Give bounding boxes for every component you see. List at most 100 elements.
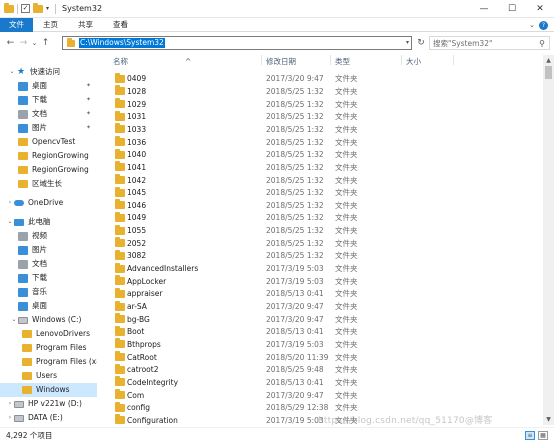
file-row[interactable]: 1033 2018/5/25 1:32 文件夹: [109, 123, 539, 136]
column-divider[interactable]: [401, 55, 402, 65]
tab-view[interactable]: 查看: [103, 18, 138, 32]
sidebar-item-documents[interactable]: 文档 ✦: [0, 107, 97, 121]
column-header-name[interactable]: 名称: [113, 55, 128, 69]
large-icons-view-button[interactable]: ▦: [538, 431, 548, 440]
scroll-up-arrow-icon[interactable]: ▲: [543, 55, 554, 66]
refresh-button[interactable]: ↻: [415, 36, 427, 50]
sidebar-item-pictures[interactable]: 图片 ✦: [0, 121, 97, 135]
sidebar-item-regiongrowing[interactable]: RegionGrowing: [0, 149, 97, 163]
sidebar-item-program-files-x86[interactable]: Program Files (x8: [0, 355, 97, 369]
expand-chevron-icon[interactable]: ›: [6, 196, 14, 210]
scrollbar-thumb[interactable]: [545, 66, 552, 79]
sidebar-item-downloads[interactable]: 下载 ✦: [0, 93, 97, 107]
file-row[interactable]: 1040 2018/5/25 1:32 文件夹: [109, 148, 539, 161]
address-path[interactable]: C:\Windows\System32: [79, 38, 165, 48]
tab-share[interactable]: 共享: [68, 18, 103, 32]
sidebar-item-windows[interactable]: Windows: [0, 383, 97, 397]
sidebar-item-pictures-pc[interactable]: 图片: [0, 243, 97, 257]
column-header-date[interactable]: 修改日期: [266, 55, 296, 69]
sidebar-item-region-growth[interactable]: 区域生长: [0, 177, 97, 191]
sidebar-item-drive-d[interactable]: › HP v221w (D:): [0, 397, 97, 411]
minimize-button[interactable]: —: [470, 0, 498, 18]
file-row[interactable]: 1045 2018/5/25 1:32 文件夹: [109, 186, 539, 199]
expand-ribbon-icon[interactable]: ⌄: [529, 21, 535, 29]
column-header-size[interactable]: 大小: [406, 55, 421, 69]
maximize-button[interactable]: ☐: [498, 0, 526, 18]
file-row[interactable]: CodeIntegrity 2018/5/13 0:41 文件夹: [109, 376, 539, 389]
sidebar-item-videos[interactable]: 视频: [0, 229, 97, 243]
sidebar-item-program-files[interactable]: Program Files: [0, 341, 97, 355]
collapse-chevron-icon[interactable]: ⌄: [6, 215, 14, 229]
customize-toolbar-chevron-icon[interactable]: ▾: [46, 5, 49, 12]
column-header-type[interactable]: 类型: [335, 55, 350, 69]
sidebar-item-music[interactable]: 音乐: [0, 285, 97, 299]
file-row[interactable]: Boot 2018/5/13 0:41 文件夹: [109, 325, 539, 339]
file-row[interactable]: 1049 2018/5/25 1:32 文件夹: [109, 211, 539, 225]
sidebar-item-onedrive[interactable]: › OneDrive: [0, 196, 97, 210]
up-button[interactable]: ↑: [39, 38, 52, 48]
address-history-chevron-icon[interactable]: ▾: [406, 37, 409, 49]
recent-locations-button[interactable]: ⌄: [30, 39, 39, 47]
file-row[interactable]: CatRoot 2018/5/20 11:39 文件夹: [109, 351, 539, 364]
folder-icon: [115, 237, 125, 248]
file-row[interactable]: catroot2 2018/5/25 9:48 文件夹: [109, 363, 539, 376]
address-bar[interactable]: C:\Windows\System32 ▾: [62, 36, 412, 50]
file-modified-date: 2018/5/25 1:32: [266, 226, 324, 236]
expand-chevron-icon[interactable]: ›: [6, 411, 14, 425]
tab-home[interactable]: 主页: [33, 18, 68, 32]
sidebar-item-opencvtest[interactable]: OpencvTest: [0, 135, 97, 149]
sidebar-item-downloads-pc[interactable]: 下载: [0, 271, 97, 285]
column-divider[interactable]: [453, 55, 454, 65]
collapse-chevron-icon[interactable]: ⌄: [10, 313, 18, 327]
forward-button[interactable]: →: [17, 38, 30, 48]
sidebar-item-this-pc[interactable]: ⌄ 此电脑: [0, 215, 97, 229]
file-row[interactable]: bg-BG 2017/3/20 9:47 文件夹: [109, 313, 539, 326]
file-type: 文件夹: [335, 162, 358, 172]
sidebar-item-regiongrowing-2[interactable]: RegionGrowing: [0, 163, 97, 177]
details-view-button[interactable]: ≡: [525, 431, 535, 440]
search-icon[interactable]: ⚲: [535, 39, 549, 48]
file-row[interactable]: 1031 2018/5/25 1:32 文件夹: [109, 110, 539, 123]
properties-icon[interactable]: ✓: [21, 4, 30, 13]
close-button[interactable]: ✕: [526, 0, 554, 18]
sidebar-item-users[interactable]: Users: [0, 369, 97, 383]
file-row[interactable]: ar-SA 2017/3/20 9:47 文件夹: [109, 300, 539, 313]
sidebar-item-documents-pc[interactable]: 文档: [0, 257, 97, 271]
file-list-scrollbar[interactable]: ▲ ▼: [543, 55, 554, 425]
expand-chevron-icon[interactable]: ›: [6, 397, 14, 411]
column-divider[interactable]: [330, 55, 331, 65]
back-button[interactable]: ←: [4, 38, 17, 48]
file-row[interactable]: appraiser 2018/5/13 0:41 文件夹: [109, 287, 539, 301]
help-icon[interactable]: ?: [539, 20, 548, 30]
sidebar-item-drive-e[interactable]: › DATA (E:): [0, 411, 97, 425]
file-row[interactable]: 1046 2018/5/25 1:32 文件夹: [109, 199, 539, 212]
file-row[interactable]: AdvancedInstallers 2017/3/19 5:03 文件夹: [109, 262, 539, 275]
file-row[interactable]: 1042 2018/5/25 1:32 文件夹: [109, 174, 539, 187]
file-row[interactable]: 1029 2018/5/25 1:32 文件夹: [109, 98, 539, 111]
file-name: 3082: [127, 251, 147, 261]
file-row[interactable]: 1041 2018/5/25 1:32 文件夹: [109, 161, 539, 174]
column-divider[interactable]: [261, 55, 262, 65]
search-input[interactable]: 搜索"System32": [433, 38, 535, 49]
file-row[interactable]: 0409 2017/3/20 9:47 文件夹: [109, 72, 539, 86]
collapse-chevron-icon[interactable]: ⌄: [8, 65, 16, 79]
file-row[interactable]: 3082 2018/5/25 1:32 文件夹: [109, 249, 539, 263]
sidebar-item-lenovodrivers[interactable]: LenovoDrivers: [0, 327, 97, 341]
sidebar-item-drive-c[interactable]: ⌄ Windows (C:): [0, 313, 97, 327]
sidebar-item-desktop-pc[interactable]: 桌面: [0, 299, 97, 313]
search-box[interactable]: 搜索"System32" ⚲: [429, 36, 550, 50]
file-row[interactable]: 2052 2018/5/25 1:32 文件夹: [109, 237, 539, 250]
sidebar-item-desktop[interactable]: 桌面 ✦: [0, 79, 97, 93]
file-row[interactable]: 1028 2018/5/25 1:32 文件夹: [109, 85, 539, 98]
sidebar-item-label: 图片: [32, 245, 47, 254]
file-type: 文件夹: [335, 264, 358, 274]
file-row[interactable]: 1036 2018/5/25 1:32 文件夹: [109, 136, 539, 149]
file-row[interactable]: AppLocker 2017/3/19 5:03 文件夹: [109, 275, 539, 288]
new-folder-icon[interactable]: [33, 2, 43, 13]
tab-file[interactable]: 文件: [0, 17, 33, 32]
file-row[interactable]: Bthprops 2017/3/19 5:03 文件夹: [109, 338, 539, 351]
file-row[interactable]: 1055 2018/5/25 1:32 文件夹: [109, 224, 539, 237]
sidebar-item-quick-access[interactable]: ⌄ ★ 快速访问: [0, 65, 97, 79]
scroll-down-arrow-icon[interactable]: ▼: [543, 414, 554, 425]
file-row[interactable]: Com 2017/3/20 9:47 文件夹: [109, 389, 539, 402]
